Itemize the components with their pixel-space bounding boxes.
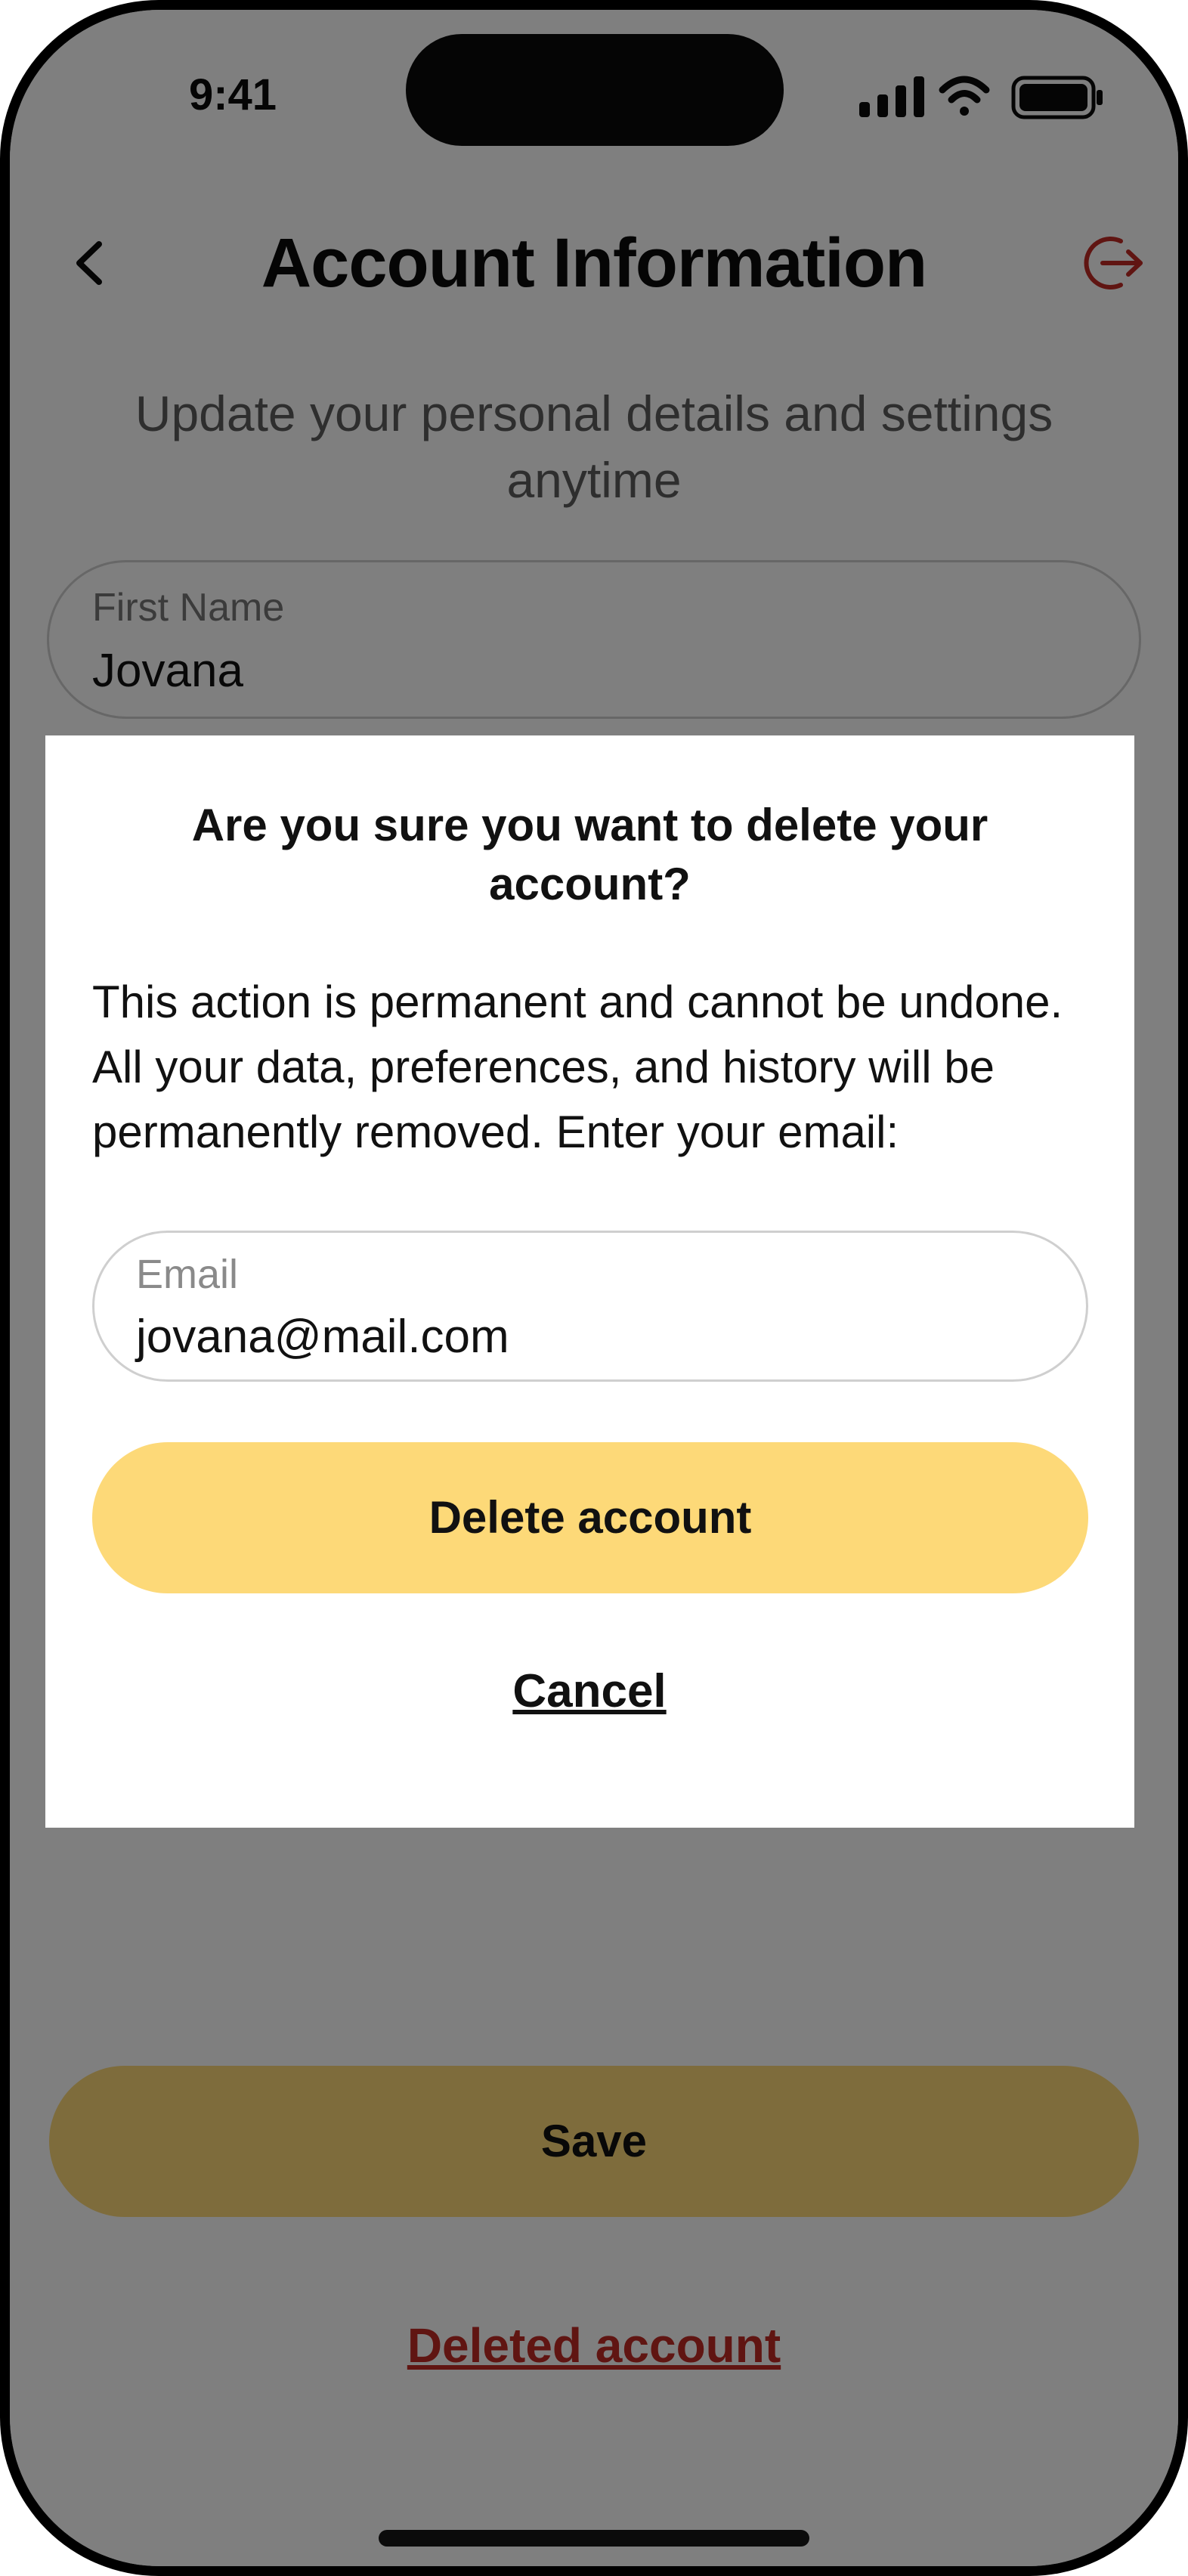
email-field[interactable]: Email jovana@mail.com	[92, 1231, 1088, 1382]
delete-account-dialog: Are you sure you want to delete your acc…	[45, 735, 1134, 1828]
email-input[interactable]: jovana@mail.com	[136, 1308, 509, 1366]
delete-account-button[interactable]: Delete account	[92, 1442, 1088, 1593]
home-indicator[interactable]	[379, 2530, 809, 2547]
phone-frame: 9:41	[0, 0, 1188, 2576]
dialog-message: This action is permanent and cannot be u…	[92, 977, 1063, 1157]
screen: 9:41	[10, 10, 1178, 2566]
cancel-button[interactable]: Cancel	[438, 1654, 741, 1729]
dialog-title: Are you sure you want to delete your acc…	[191, 800, 988, 909]
email-label: Email	[136, 1252, 239, 1297]
